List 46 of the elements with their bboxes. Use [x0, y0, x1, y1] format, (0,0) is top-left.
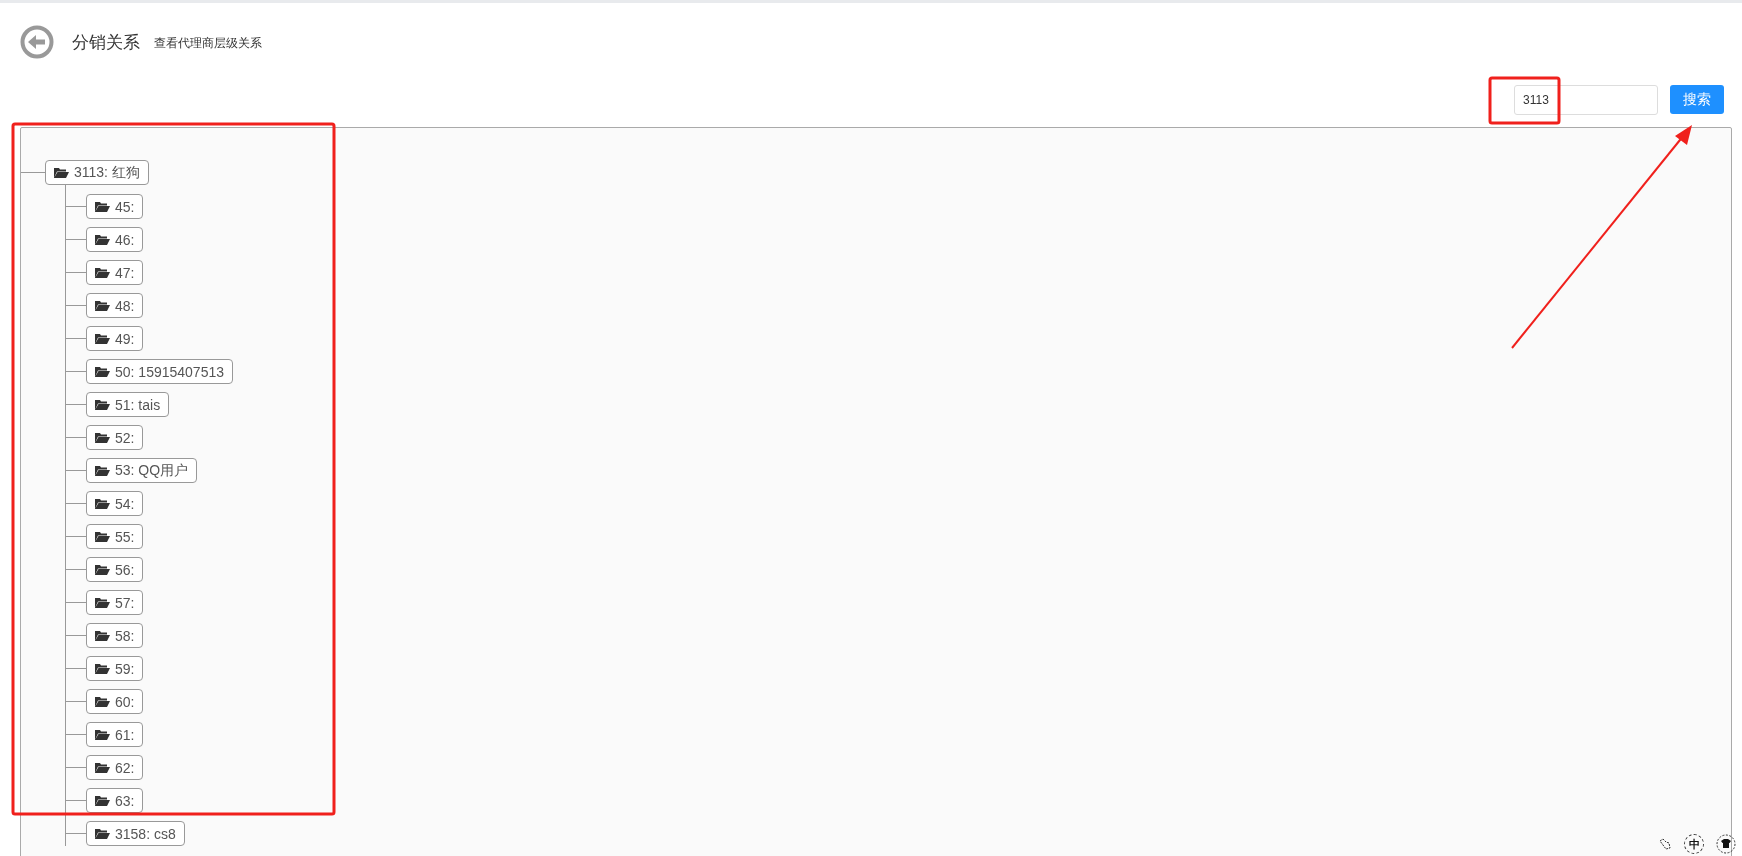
shirt-icon[interactable]	[1716, 834, 1736, 854]
folder-icon	[95, 596, 110, 609]
tree-node[interactable]: 49:	[86, 326, 144, 351]
folder-icon	[95, 299, 110, 312]
folder-icon	[95, 530, 110, 543]
tree-node[interactable]: 52:	[86, 425, 144, 450]
folder-icon	[95, 662, 110, 675]
folder-icon	[95, 365, 110, 378]
folder-icon	[95, 398, 110, 411]
folder-icon	[95, 563, 110, 576]
folder-icon	[95, 332, 110, 345]
folder-icon	[54, 166, 69, 179]
tree-node[interactable]: 3113: 红狗	[45, 160, 149, 185]
tree-node[interactable]: 51: tais	[86, 392, 170, 417]
folder-icon	[95, 200, 110, 213]
tree-node[interactable]: 55:	[86, 524, 144, 549]
tree-node[interactable]: 59:	[86, 656, 144, 681]
search-field[interactable]: 3113	[1514, 85, 1658, 115]
tree-node[interactable]: 54:	[86, 491, 144, 516]
folder-icon	[95, 497, 110, 510]
folder-icon	[95, 233, 110, 246]
tree-node[interactable]: 60:	[86, 689, 144, 714]
tree-node[interactable]: 53: QQ用户	[86, 458, 198, 483]
folder-icon	[95, 266, 110, 279]
tree-node[interactable]: 57:	[86, 590, 144, 615]
page-title: 分销关系	[72, 31, 140, 54]
folder-icon	[95, 629, 110, 642]
tree-node[interactable]: 48:	[86, 293, 144, 318]
tree-node[interactable]: 46:	[86, 227, 144, 252]
tree-node[interactable]: 61:	[86, 722, 144, 747]
folder-icon	[95, 695, 110, 708]
tree-node[interactable]: 45:	[86, 194, 144, 219]
folder-icon	[95, 827, 110, 840]
folder-icon	[95, 794, 110, 807]
tree-node[interactable]: 62:	[86, 755, 144, 780]
folder-icon	[95, 761, 110, 774]
page-subtitle: 查看代理商层级关系	[154, 35, 262, 52]
tree-node[interactable]: 58:	[86, 623, 144, 648]
folder-icon	[95, 431, 110, 444]
folder-icon	[95, 464, 110, 477]
tree-node[interactable]: 50: 15915407513	[86, 359, 233, 384]
tree-node[interactable]: 47:	[86, 260, 144, 285]
tree-node[interactable]: 3158: cs8	[86, 821, 185, 846]
tree-node[interactable]: 56:	[86, 557, 144, 582]
tree-node[interactable]: 63:	[86, 788, 144, 813]
folder-icon	[95, 728, 110, 741]
